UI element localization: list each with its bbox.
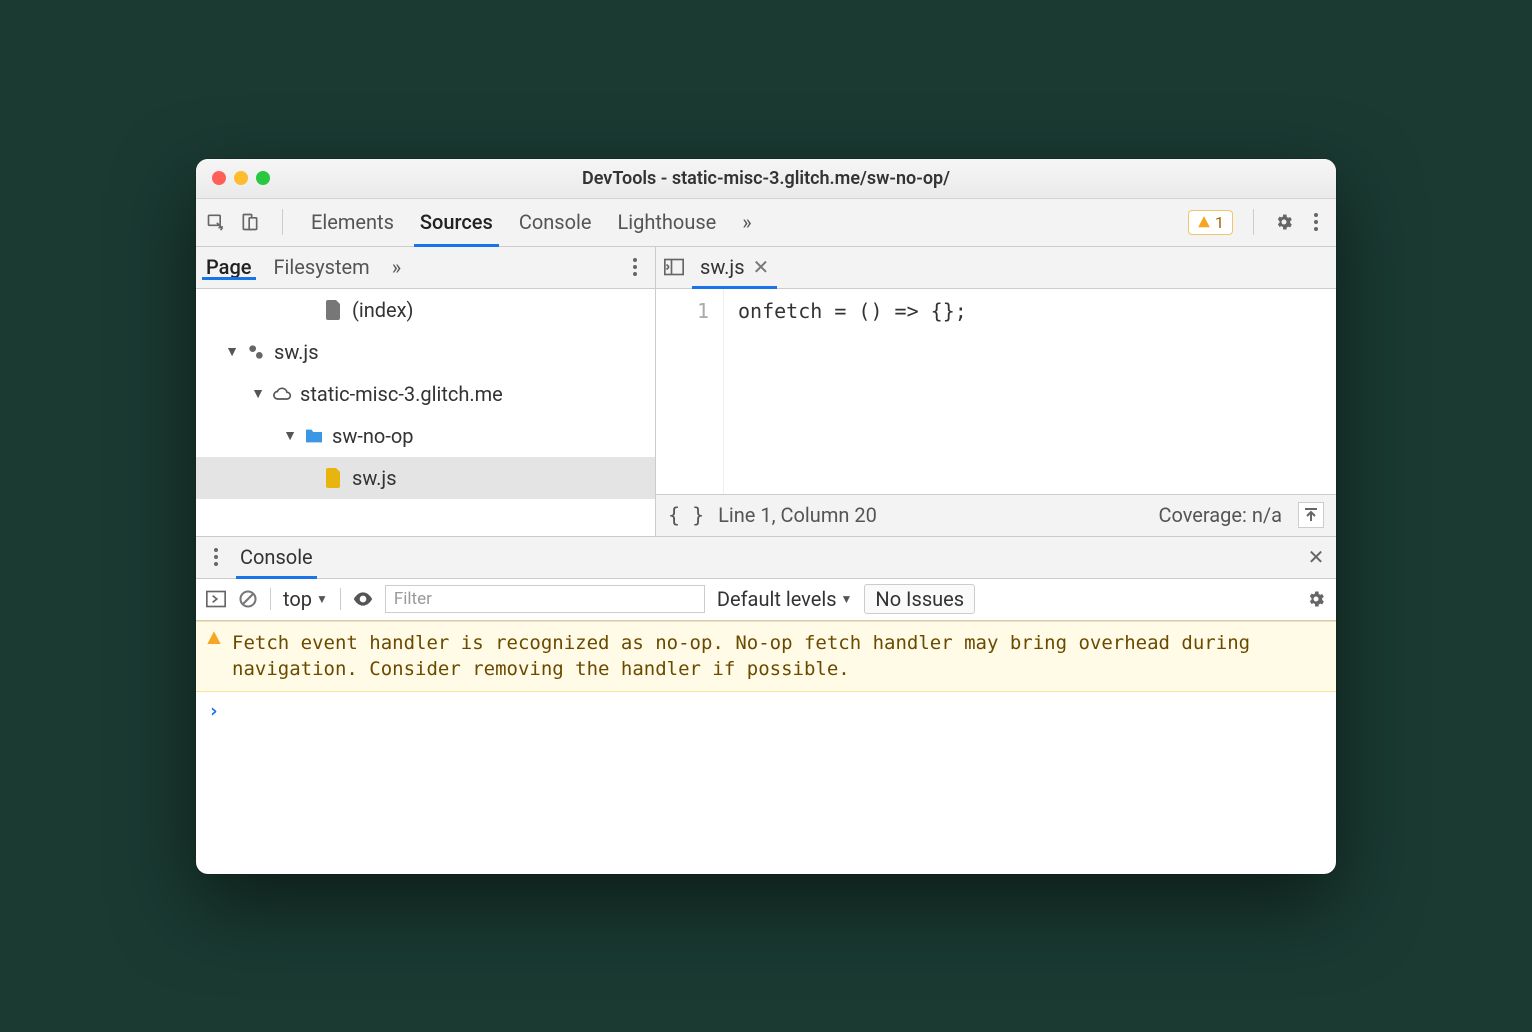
chevron-down-icon: ▼ [841,592,853,606]
tree-label: (index) [352,298,414,322]
tree-label: sw-no-op [332,424,414,448]
file-tree: (index) ▼ sw.js ▼ static-misc-3.glitch.m… [196,289,655,536]
console-toolbar: top ▼ Filter Default levels ▼ No Issues [196,579,1336,621]
close-drawer-icon[interactable]: ✕ [1306,547,1326,567]
console-warning-row[interactable]: Fetch event handler is recognized as no-… [196,621,1336,692]
js-file-icon [324,468,344,488]
inspect-element-icon[interactable] [206,212,226,232]
window-controls [196,171,270,185]
drawer-kebab-icon[interactable] [206,547,226,567]
toolbar-divider [1253,209,1254,235]
tabs-overflow-button[interactable]: » [742,199,751,246]
settings-gear-icon[interactable] [1274,212,1294,232]
nav-tabs-overflow[interactable]: » [392,255,401,279]
navigator-kebab-icon[interactable] [625,257,645,277]
close-window-button[interactable] [212,171,226,185]
code-line: onfetch = () => {}; [738,299,1336,323]
pretty-print-icon[interactable]: { } [668,503,704,527]
close-tab-icon[interactable]: ✕ [753,255,770,279]
editor-tab-swjs[interactable]: sw.js ✕ [696,247,773,288]
console-drawer: Console ✕ top ▼ Filter Default lev [196,537,1336,874]
cursor-position: Line 1, Column 20 [718,503,877,527]
main-toolbar: Elements Sources Console Lighthouse » 1 [196,199,1336,247]
tab-elements[interactable]: Elements [311,199,394,246]
tree-label: sw.js [274,340,319,364]
console-prompt[interactable]: › [196,692,1336,730]
editor-statusbar: { } Line 1, Column 20 Coverage: n/a [656,494,1336,536]
filter-placeholder: Filter [394,589,432,609]
tree-item-service-worker[interactable]: ▼ sw.js [196,331,655,373]
tree-item-index[interactable]: (index) [196,289,655,331]
no-issues-label: No Issues [875,587,964,611]
drawer-header: Console ✕ [196,537,1336,579]
chevron-down-icon: ▼ [316,592,328,606]
console-settings-gear-icon[interactable] [1306,589,1326,609]
devtools-window: DevTools - static-misc-3.glitch.me/sw-no… [196,159,1336,874]
caret-down-icon: ▼ [284,427,296,444]
editor-area: sw.js ✕ 1 onfetch = () => {}; { } Line 1… [656,247,1336,536]
caret-down-icon: ▼ [226,343,238,360]
document-icon [324,300,344,320]
tree-item-file-swjs[interactable]: sw.js [196,457,655,499]
code-content[interactable]: onfetch = () => {}; [724,289,1336,494]
warning-count: 1 [1215,213,1224,232]
line-gutter: 1 [656,289,724,494]
cloud-icon [272,384,292,404]
tab-lighthouse[interactable]: Lighthouse [617,199,716,246]
toggle-navigator-icon[interactable] [664,257,684,277]
drawer-tab-console[interactable]: Console [240,537,313,578]
warning-icon [1197,215,1211,229]
minimize-window-button[interactable] [234,171,248,185]
line-number: 1 [656,299,709,323]
coverage-label: Coverage: n/a [1158,503,1282,527]
console-log: Fetch event handler is recognized as no-… [196,621,1336,874]
zoom-window-button[interactable] [256,171,270,185]
no-issues-button[interactable]: No Issues [864,584,975,614]
code-editor[interactable]: 1 onfetch = () => {}; [656,289,1336,494]
levels-label: Default levels [717,587,837,611]
tree-item-folder[interactable]: ▼ sw-no-op [196,415,655,457]
scroll-to-top-icon[interactable] [1298,502,1324,528]
editor-tabs: sw.js ✕ [656,247,1336,289]
eye-icon[interactable] [353,589,373,609]
clear-console-icon[interactable] [238,589,258,609]
caret-down-icon: ▼ [252,385,264,402]
context-selector[interactable]: top ▼ [283,587,328,611]
filter-input[interactable]: Filter [385,585,705,613]
titlebar: DevTools - static-misc-3.glitch.me/sw-no… [196,159,1336,199]
tree-label: sw.js [352,466,397,490]
navigator-tabs: Page Filesystem » [196,247,655,289]
folder-icon [304,426,324,446]
tree-item-domain[interactable]: ▼ static-misc-3.glitch.me [196,373,655,415]
kebab-menu-icon[interactable] [1306,212,1326,232]
toggle-sidebar-icon[interactable] [206,589,226,609]
log-levels-selector[interactable]: Default levels ▼ [717,587,853,611]
tree-label: static-misc-3.glitch.me [300,382,503,406]
context-label: top [283,587,312,611]
warning-message: Fetch event handler is recognized as no-… [232,630,1326,683]
tab-sources[interactable]: Sources [420,199,493,246]
toolbar-divider [282,209,283,235]
tab-console[interactable]: Console [519,199,592,246]
divider [340,588,341,610]
sources-panel: Page Filesystem » (index) ▼ [196,247,1336,537]
gears-icon [246,342,266,362]
nav-tab-page[interactable]: Page [206,255,252,279]
panel-tabs: Elements Sources Console Lighthouse » [311,199,752,246]
nav-tab-filesystem[interactable]: Filesystem [274,255,370,279]
device-toolbar-icon[interactable] [240,212,260,232]
navigator-panel: Page Filesystem » (index) ▼ [196,247,656,536]
window-title: DevTools - static-misc-3.glitch.me/sw-no… [196,168,1336,189]
warning-icon [206,630,222,683]
editor-tab-label: sw.js [700,255,745,279]
warnings-badge[interactable]: 1 [1188,210,1233,235]
divider [270,588,271,610]
